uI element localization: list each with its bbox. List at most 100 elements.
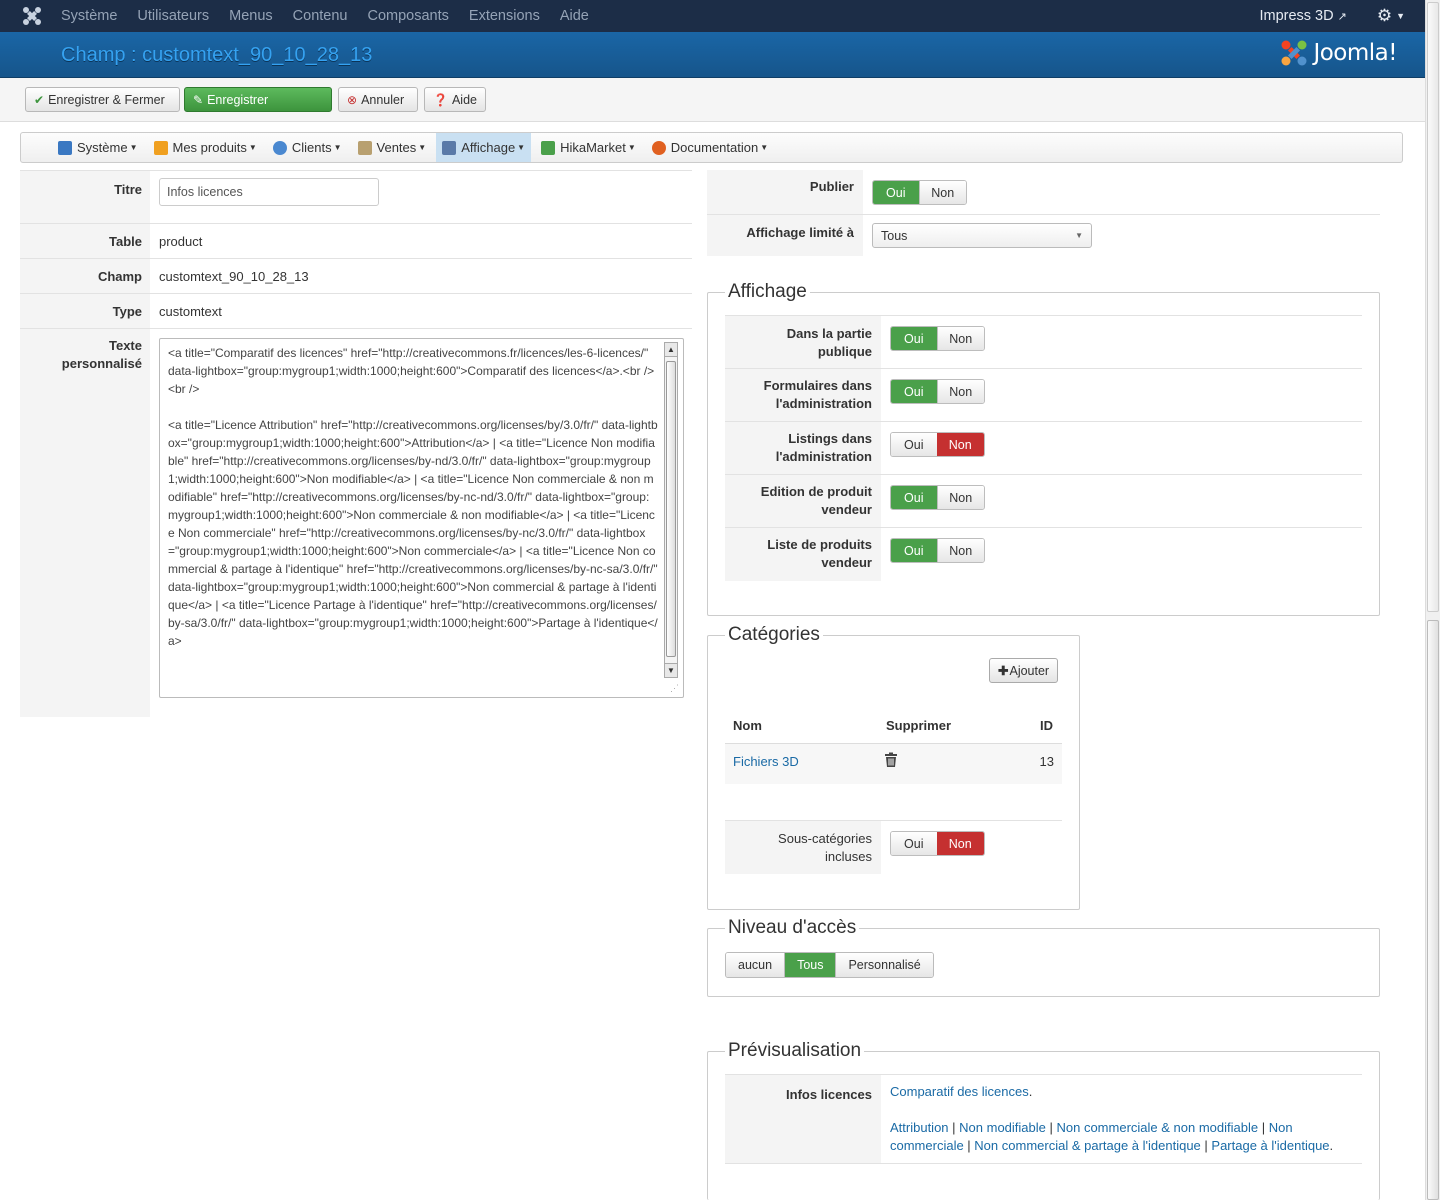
hika-menu-label: Affichage (461, 140, 516, 155)
affichage-limite-label: Affichage limité à (707, 215, 863, 256)
menu-composants[interactable]: Composants (368, 0, 449, 32)
select-value: Tous (881, 228, 908, 243)
sous-categories-label: Sous-catégories incluses (725, 821, 881, 874)
users-icon (272, 140, 287, 155)
top-menubar: Système Utilisateurs Menus Contenu Compo… (0, 0, 1425, 32)
niveau-acces-group: aucun Tous Personnalisé (725, 952, 934, 978)
plus-icon: ✚ (998, 664, 1009, 678)
cancel-icon: ⊗ (347, 92, 358, 107)
type-value: customtext (159, 304, 222, 319)
col-nom: Nom (733, 718, 762, 733)
brand-name: Joomla! (1313, 40, 1397, 66)
joomla-logo: Joomla! (1279, 38, 1397, 68)
row-affichage-edition: Edition de produit vendeur (725, 475, 1362, 528)
menu-utilisateurs[interactable]: Utilisateurs (137, 0, 209, 32)
add-category-label: Ajouter (1009, 663, 1050, 678)
preview-link-comparatif[interactable]: Comparatif des licences (890, 1084, 1029, 1099)
preview-link-non-modifiable[interactable]: Non modifiable (959, 1120, 1046, 1135)
listings-non[interactable]: Non (936, 433, 984, 456)
save-close-button[interactable]: ✔ Enregistrer & Fermer (25, 87, 180, 112)
help-label: Aide (451, 92, 477, 107)
publier-label: Publier (707, 170, 863, 214)
edition-oui[interactable]: Oui (891, 486, 937, 509)
table-value: product (159, 234, 203, 249)
preview-link-nc-nd[interactable]: Non commerciale & non modifiable (1056, 1120, 1258, 1135)
help-button[interactable]: ❓ Aide (424, 87, 486, 112)
titre-input[interactable] (159, 178, 379, 206)
menu-menus[interactable]: Menus (229, 0, 273, 32)
chevron-down-icon: ▼ (1075, 231, 1083, 240)
preview-link-attribution[interactable]: Attribution (890, 1120, 949, 1135)
page-scrollbar[interactable] (1425, 0, 1440, 1200)
niveau-tous[interactable]: Tous (785, 953, 837, 977)
site-name: Impress 3D (1259, 8, 1334, 24)
public-oui[interactable]: Oui (891, 327, 937, 350)
save-button[interactable]: ✎ Enregistrer (184, 87, 332, 112)
hika-menu-affichage[interactable]: Affichage ▼ (436, 133, 532, 162)
page-scroll-thumb[interactable] (1427, 620, 1439, 1200)
menu-contenu[interactable]: Contenu (293, 0, 348, 32)
liste-oui[interactable]: Oui (891, 539, 937, 562)
liste-non[interactable]: Non (936, 539, 984, 562)
chevron-down-icon: ▼ (627, 143, 636, 152)
preview-legend: Prévisualisation (728, 1040, 862, 1061)
champ-label: Champ (20, 259, 150, 293)
publier-non[interactable]: Non (918, 181, 966, 204)
row-affichage-liste: Liste de produits vendeur (725, 528, 1362, 581)
publier-oui[interactable]: Oui (873, 181, 919, 204)
listings-toggle: Oui Non (890, 432, 985, 457)
public-label: Dans la partie publique (725, 316, 881, 368)
preview-link-nc-sa[interactable]: Non commercial & partage à l'identique (974, 1138, 1201, 1153)
type-label: Type (20, 294, 150, 328)
scroll-thumb[interactable] (666, 361, 676, 657)
sous-categories-toggle: Oui Non (890, 831, 985, 856)
hika-menu-label: Système (77, 140, 128, 155)
preview-label: Infos licences (725, 1075, 881, 1163)
preview-link-sa[interactable]: Partage à l'identique (1211, 1138, 1329, 1153)
row-affichage-formulaires: Formulaires dans l'administration (725, 369, 1362, 422)
texte-label: Texte personnalisé (20, 329, 150, 717)
cancel-button[interactable]: ⊗ Annuler (338, 87, 418, 112)
affichage-limite-select[interactable]: Tous ▼ (872, 223, 1092, 248)
scroll-up-icon[interactable]: ▲ (665, 343, 677, 357)
edition-non[interactable]: Non (936, 486, 984, 509)
menu-systeme[interactable]: Système (61, 0, 117, 32)
hika-menu-ventes[interactable]: Ventes ▼ (352, 133, 433, 162)
row-type: Type customtext (20, 294, 692, 329)
edition-label: Edition de produit vendeur (725, 475, 881, 527)
hika-menu-hikamarket[interactable]: HikaMarket ▼ (535, 133, 642, 162)
menu-extensions[interactable]: Extensions (469, 0, 540, 32)
publier-toggle: Oui Non (872, 180, 967, 205)
hika-menu-label: Documentation (670, 140, 759, 155)
champ-value: customtext_90_10_28_13 (159, 269, 309, 284)
formulaires-oui[interactable]: Oui (891, 380, 937, 403)
liste-label: Liste de produits vendeur (725, 528, 881, 581)
hika-menu-produits[interactable]: Mes produits ▼ (148, 133, 263, 162)
trash-icon[interactable] (884, 752, 898, 768)
listings-oui[interactable]: Oui (891, 433, 937, 456)
hika-menu-clients[interactable]: Clients ▼ (267, 133, 348, 162)
chevron-down-icon: ▼ (1396, 11, 1405, 21)
formulaires-non[interactable]: Non (936, 380, 984, 403)
liste-toggle: Oui Non (890, 538, 985, 563)
niveau-personnalise[interactable]: Personnalisé (836, 953, 933, 977)
gear-icon[interactable]: ⚙ (1377, 6, 1392, 26)
category-link[interactable]: Fichiers 3D (733, 754, 799, 769)
sous-categories-non[interactable]: Non (936, 832, 984, 855)
niveau-aucun[interactable]: aucun (726, 953, 786, 977)
site-link[interactable]: Impress 3D ↗ (1259, 8, 1346, 24)
public-non[interactable]: Non (936, 327, 984, 350)
hika-menu-systeme[interactable]: Système ▼ (52, 133, 144, 162)
custom-text-textarea[interactable]: <a title="Comparatif des licences" href=… (159, 338, 684, 698)
check-icon: ✔ (34, 92, 45, 107)
sous-categories-oui[interactable]: Oui (891, 832, 937, 855)
hika-menu-documentation[interactable]: Documentation ▼ (646, 133, 774, 162)
add-category-button[interactable]: ✚ Ajouter (989, 658, 1059, 683)
joomla-menu-icon[interactable] (22, 6, 42, 26)
scroll-down-icon[interactable]: ▼ (665, 663, 677, 677)
sales-icon (357, 140, 372, 155)
menu-aide[interactable]: Aide (560, 0, 589, 32)
resize-handle-icon[interactable]: ⋰ (670, 683, 679, 694)
title-bar: Champ : customtext_90_10_28_13 Joomla! (0, 32, 1425, 78)
textarea-scrollbar[interactable]: ▲ ▼ (664, 342, 678, 678)
